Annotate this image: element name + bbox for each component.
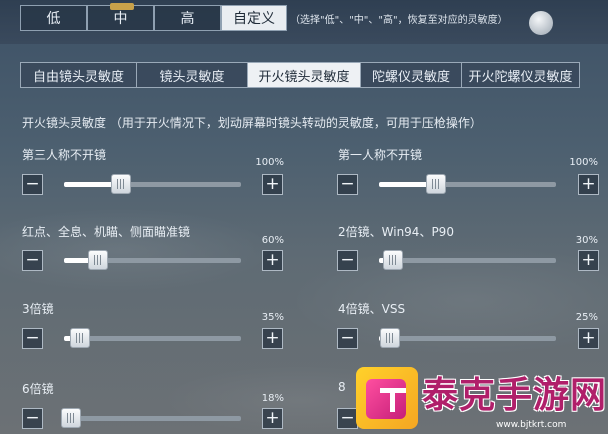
preset-custom-button[interactable]: 自定义 <box>221 5 287 31</box>
slider-label: 3倍镜 <box>22 302 54 316</box>
slider-track[interactable] <box>64 174 241 194</box>
decrease-button[interactable]: − <box>22 328 43 349</box>
slider-thumb[interactable] <box>383 250 403 270</box>
tab-fire-camera[interactable]: 开火镜头灵敏度 <box>247 62 361 88</box>
slider-label: 4倍镜、VSS <box>338 302 406 316</box>
slider-label: 第一人称不开镜 <box>338 148 423 162</box>
decrease-button[interactable]: − <box>337 250 358 271</box>
watermark: 泰克手游网 www.bjtkrt.com <box>356 362 608 434</box>
slider-thumb[interactable] <box>61 408 81 428</box>
tab-gyroscope[interactable]: 陀螺仪灵敏度 <box>360 62 462 88</box>
slider-value: 60% <box>261 235 284 246</box>
preset-hint: （选择"低"、"中"、"高"，恢复至对应的灵敏度） <box>290 15 508 26</box>
increase-button[interactable]: + <box>578 174 599 195</box>
preset-selector: 低 中 高 自定义 <box>20 3 287 31</box>
slider-track[interactable] <box>379 328 556 348</box>
slider-value: 18% <box>261 393 284 404</box>
increase-button[interactable]: + <box>578 328 599 349</box>
slider-label: 红点、全息、机瞄、侧面瞄准镜 <box>22 225 191 239</box>
slider-value: 25% <box>575 312 598 323</box>
decrease-button[interactable]: − <box>337 328 358 349</box>
increase-button[interactable]: + <box>262 174 283 195</box>
increase-button[interactable]: + <box>262 250 283 271</box>
slider-value: 30% <box>575 235 598 246</box>
increase-button[interactable]: + <box>578 250 599 271</box>
slider-thumb[interactable] <box>111 174 131 194</box>
slider-thumb[interactable] <box>380 328 400 348</box>
decrease-button[interactable]: − <box>337 408 358 429</box>
tab-fire-gyroscope[interactable]: 开火陀螺仪灵敏度 <box>461 62 580 88</box>
decrease-button[interactable]: − <box>22 250 43 271</box>
increase-button[interactable]: + <box>262 328 283 349</box>
increase-button[interactable]: + <box>262 408 283 429</box>
slider-label: 2倍镜、Win94、P90 <box>338 225 454 239</box>
tab-free-camera[interactable]: 自由镜头灵敏度 <box>20 62 137 88</box>
preset-high-button[interactable]: 高 <box>154 5 221 31</box>
decrease-button[interactable]: − <box>337 174 358 195</box>
slider-label: 8 <box>338 380 346 394</box>
slider-thumb[interactable] <box>426 174 446 194</box>
decrease-button[interactable]: − <box>22 408 43 429</box>
slider-track[interactable] <box>379 174 556 194</box>
watermark-url: www.bjtkrt.com <box>496 420 567 430</box>
tab-camera[interactable]: 镜头灵敏度 <box>136 62 248 88</box>
preset-low-button[interactable]: 低 <box>20 5 87 31</box>
slider-label: 6倍镜 <box>22 382 54 396</box>
section-title: 开火镜头灵敏度 （用于开火情况下，划动屏幕时镜头转动的灵敏度，可用于压枪操作） <box>22 116 482 130</box>
decrease-button[interactable]: − <box>22 174 43 195</box>
slider-label: 第三人称不开镜 <box>22 148 107 162</box>
slider-value: 100% <box>255 157 284 168</box>
slider-thumb[interactable] <box>88 250 108 270</box>
watermark-name: 泰克手游网 <box>422 375 608 416</box>
preset-bar: 低 中 高 自定义 （选择"低"、"中"、"高"，恢复至对应的灵敏度） <box>0 0 608 44</box>
toggle-knob[interactable] <box>529 11 553 35</box>
slider-value: 35% <box>261 312 284 323</box>
sensitivity-tabs: 自由镜头灵敏度 镜头灵敏度 开火镜头灵敏度 陀螺仪灵敏度 开火陀螺仪灵敏度 <box>20 62 580 88</box>
slider-track[interactable] <box>379 250 556 270</box>
slider-value: 100% <box>569 157 598 168</box>
slider-thumb[interactable] <box>70 328 90 348</box>
slider-track[interactable] <box>64 328 241 348</box>
slider-track[interactable] <box>64 250 241 270</box>
watermark-logo-icon <box>356 367 418 429</box>
slider-track[interactable] <box>61 408 241 428</box>
preset-badge <box>110 3 134 10</box>
